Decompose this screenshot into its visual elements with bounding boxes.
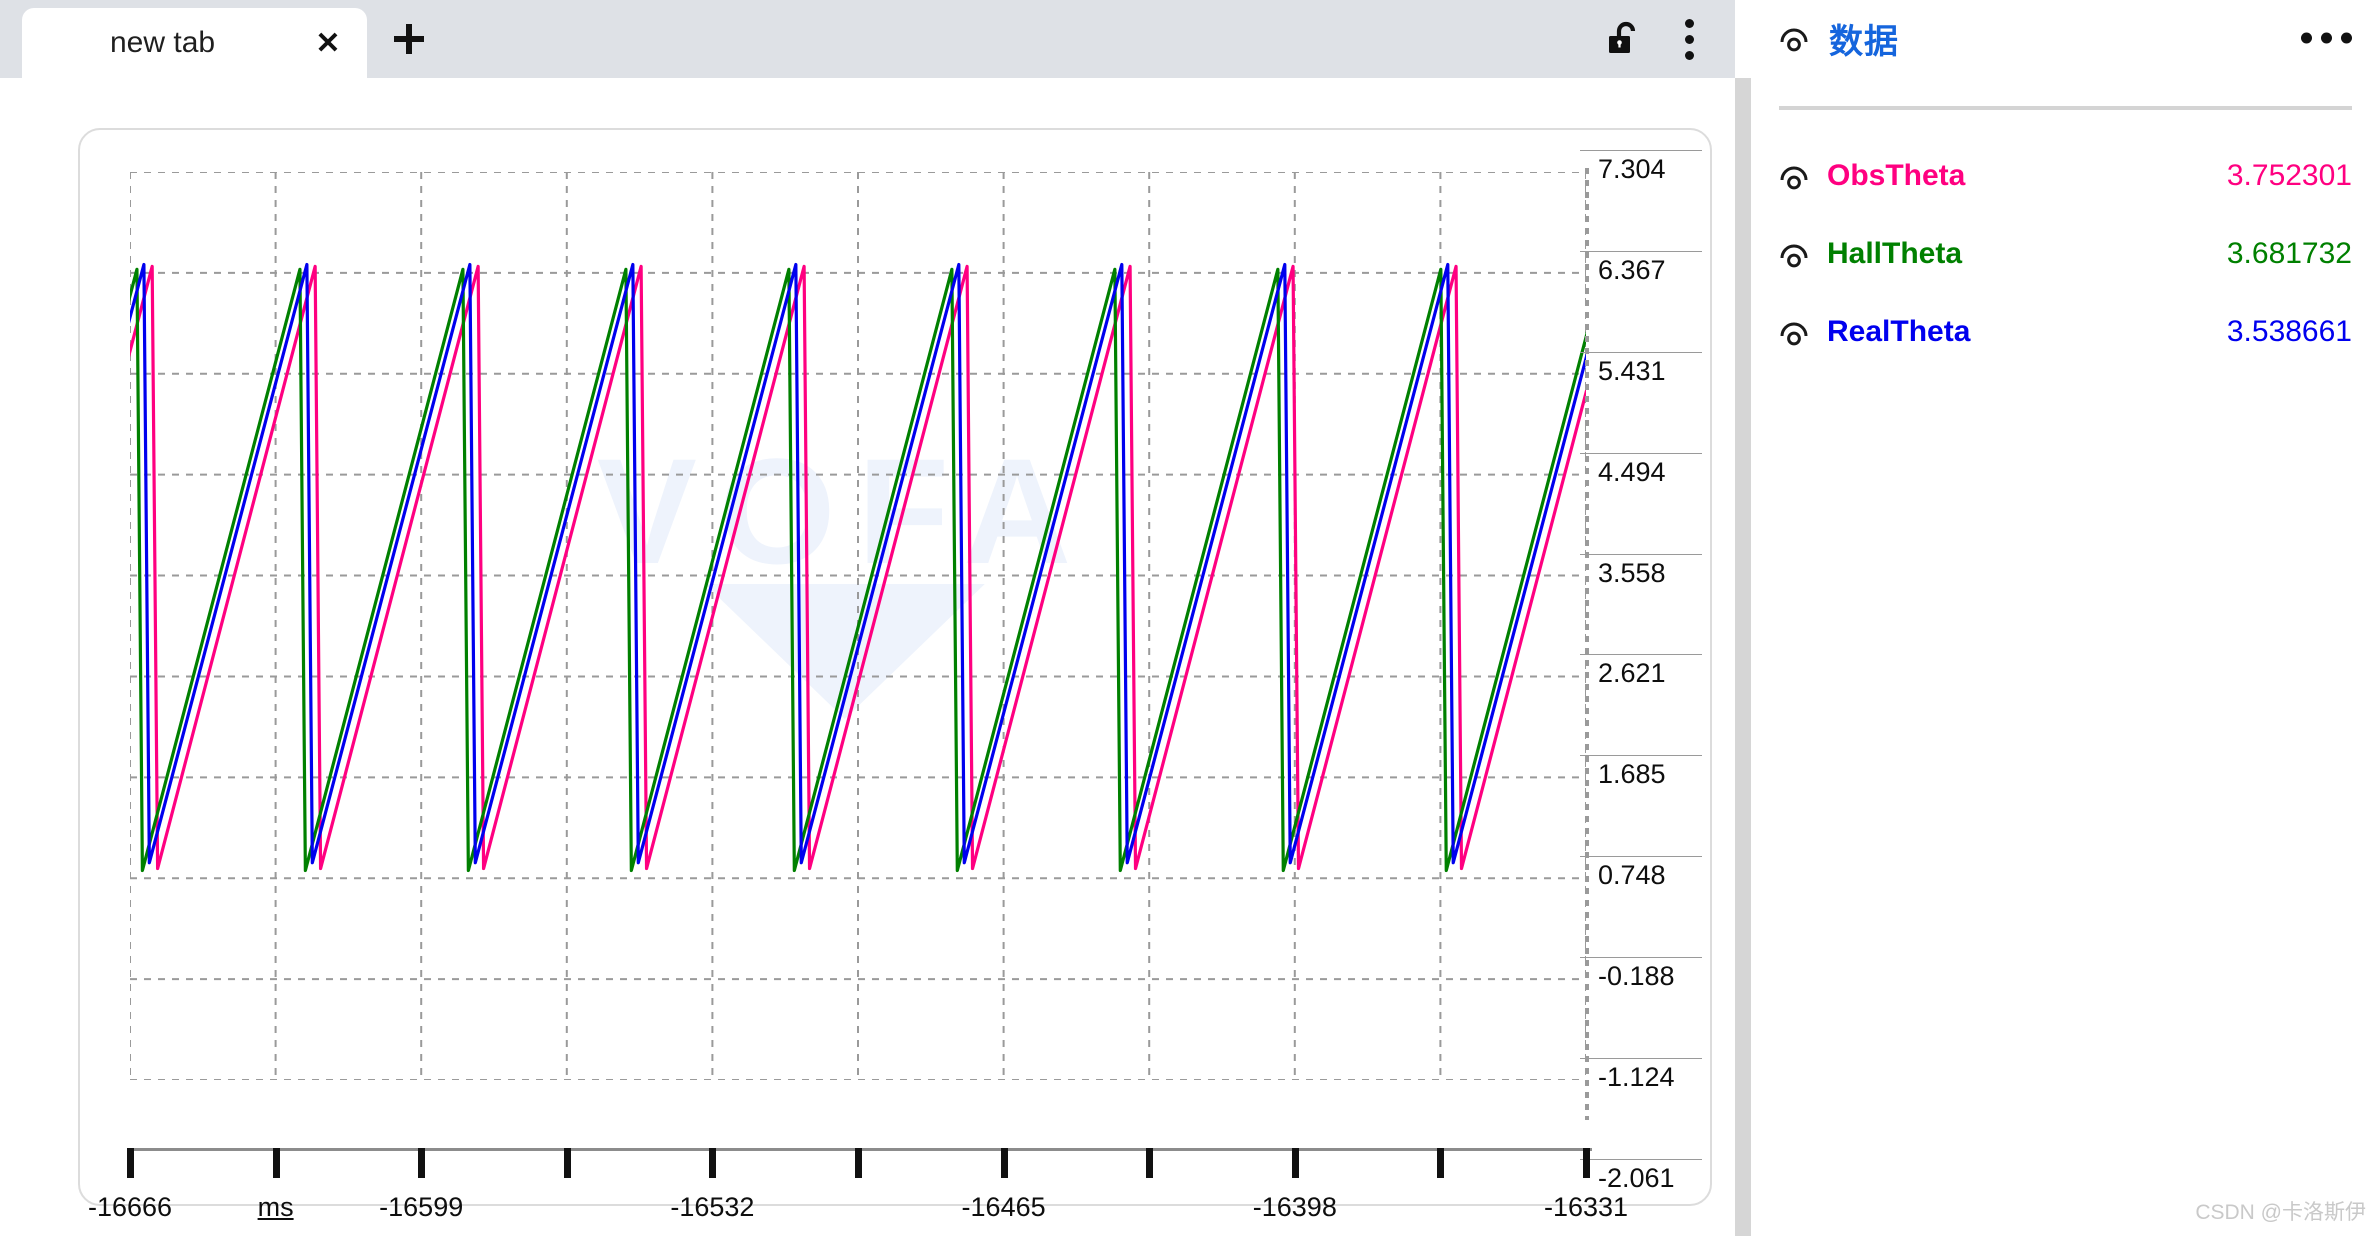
unlocked-padlock-icon[interactable] (1603, 19, 1643, 59)
y-tick-label: 2.621 (1598, 658, 1666, 689)
x-tick-mark (855, 1148, 862, 1178)
x-tick-label: -16331 (1544, 1192, 1628, 1223)
series-name: HallTheta (1827, 237, 1962, 271)
x-tick-mark (127, 1148, 134, 1178)
csdn-watermark: CSDN @卡洛斯伊 (2195, 1196, 2366, 1226)
panel-divider (1779, 106, 2352, 110)
panel-header: 数据 (1751, 0, 2380, 76)
more-dot (2321, 33, 2332, 44)
x-axis-unit-label: ms (258, 1192, 294, 1223)
x-tick-mark (273, 1148, 280, 1178)
menu-dot (1685, 19, 1694, 28)
y-tick-label: -2.061 (1598, 1163, 1675, 1194)
visibility-icon[interactable] (1777, 237, 1811, 271)
y-tick-label: 5.431 (1598, 356, 1666, 387)
chart-card: VOFA 7.304 6.367 5.431 4.494 3.558 2.621 1.685… (78, 128, 1712, 1206)
more-dot (2301, 33, 2312, 44)
data-panel: 数据 ObsTheta 3.752301 HallTheta 3.681732 Real… (1751, 0, 2380, 1236)
browser-region: new tab ✕ (0, 0, 1735, 1236)
close-icon[interactable]: ✕ (311, 26, 345, 60)
y-tick-rule (1580, 654, 1702, 655)
plot-grid (130, 172, 1586, 1080)
y-tick-label: 7.304 (1598, 154, 1666, 185)
plot-area[interactable]: VOFA (104, 158, 1586, 1118)
menu-dot (1685, 35, 1694, 44)
y-tick-rule (1580, 352, 1702, 353)
series-value: 3.681732 (2227, 237, 2352, 271)
x-tick-label: -16599 (379, 1192, 463, 1223)
x-tick-mark (1146, 1148, 1153, 1178)
series-row-realtheta[interactable]: RealTheta 3.538661 (1751, 306, 2380, 358)
x-tick-mark (1437, 1148, 1444, 1178)
y-tick-label: 6.367 (1598, 255, 1666, 286)
series-name: RealTheta (1827, 315, 1970, 349)
y-tick-rule (1580, 856, 1702, 857)
panel-title: 数据 (1829, 14, 1899, 63)
x-tick-mark (564, 1148, 571, 1178)
panel-splitter[interactable] (1735, 78, 1751, 1236)
y-axis-line (1585, 168, 1589, 1120)
x-tick-mark (1292, 1148, 1299, 1178)
x-tick-label: -16465 (962, 1192, 1046, 1223)
x-tick-label: -16666 (88, 1192, 172, 1223)
y-tick-rule (1580, 755, 1702, 756)
kebab-menu-icon[interactable] (1672, 16, 1706, 62)
y-tick-label: 0.748 (1598, 860, 1666, 891)
visibility-icon[interactable] (1777, 21, 1811, 55)
tab-strip: new tab ✕ (0, 0, 1735, 78)
y-tick-label: 1.685 (1598, 759, 1666, 790)
x-tick-mark (709, 1148, 716, 1178)
y-tick-label: -1.124 (1598, 1062, 1675, 1093)
visibility-icon[interactable] (1777, 315, 1811, 349)
ellipsis-icon[interactable] (2301, 33, 2352, 44)
y-tick-label: 3.558 (1598, 558, 1666, 589)
x-tick-label: -16532 (670, 1192, 754, 1223)
y-tick-label: 4.494 (1598, 457, 1666, 488)
visibility-icon[interactable] (1777, 159, 1811, 193)
more-dot (2341, 33, 2352, 44)
y-tick-rule (1580, 957, 1702, 958)
series-value: 3.752301 (2227, 159, 2352, 193)
tab-label: new tab (110, 26, 215, 60)
y-tick-label: -0.188 (1598, 961, 1675, 992)
series-name: ObsTheta (1827, 159, 1965, 193)
y-tick-rule (1580, 554, 1702, 555)
x-tick-label: -16398 (1253, 1192, 1337, 1223)
browser-tab[interactable]: new tab ✕ (22, 8, 367, 78)
x-tick-mark (1583, 1148, 1590, 1178)
y-tick-rule (1580, 1058, 1702, 1059)
series-row-obstheta[interactable]: ObsTheta 3.752301 (1751, 150, 2380, 202)
x-tick-mark (1001, 1148, 1008, 1178)
series-row-halltheta[interactable]: HallTheta 3.681732 (1751, 228, 2380, 280)
y-tick-rule (1580, 453, 1702, 454)
y-tick-rule (1580, 1159, 1702, 1160)
series-value: 3.538661 (2227, 315, 2352, 349)
plus-icon[interactable] (386, 16, 432, 62)
app-root: new tab ✕ (0, 0, 2380, 1236)
y-tick-rule (1580, 251, 1702, 252)
x-tick-mark (418, 1148, 425, 1178)
y-axis-labels: 7.3046.3675.4314.4943.5582.6211.6850.748… (1590, 158, 1714, 1148)
y-tick-rule (1580, 150, 1702, 151)
menu-dot (1685, 51, 1694, 60)
